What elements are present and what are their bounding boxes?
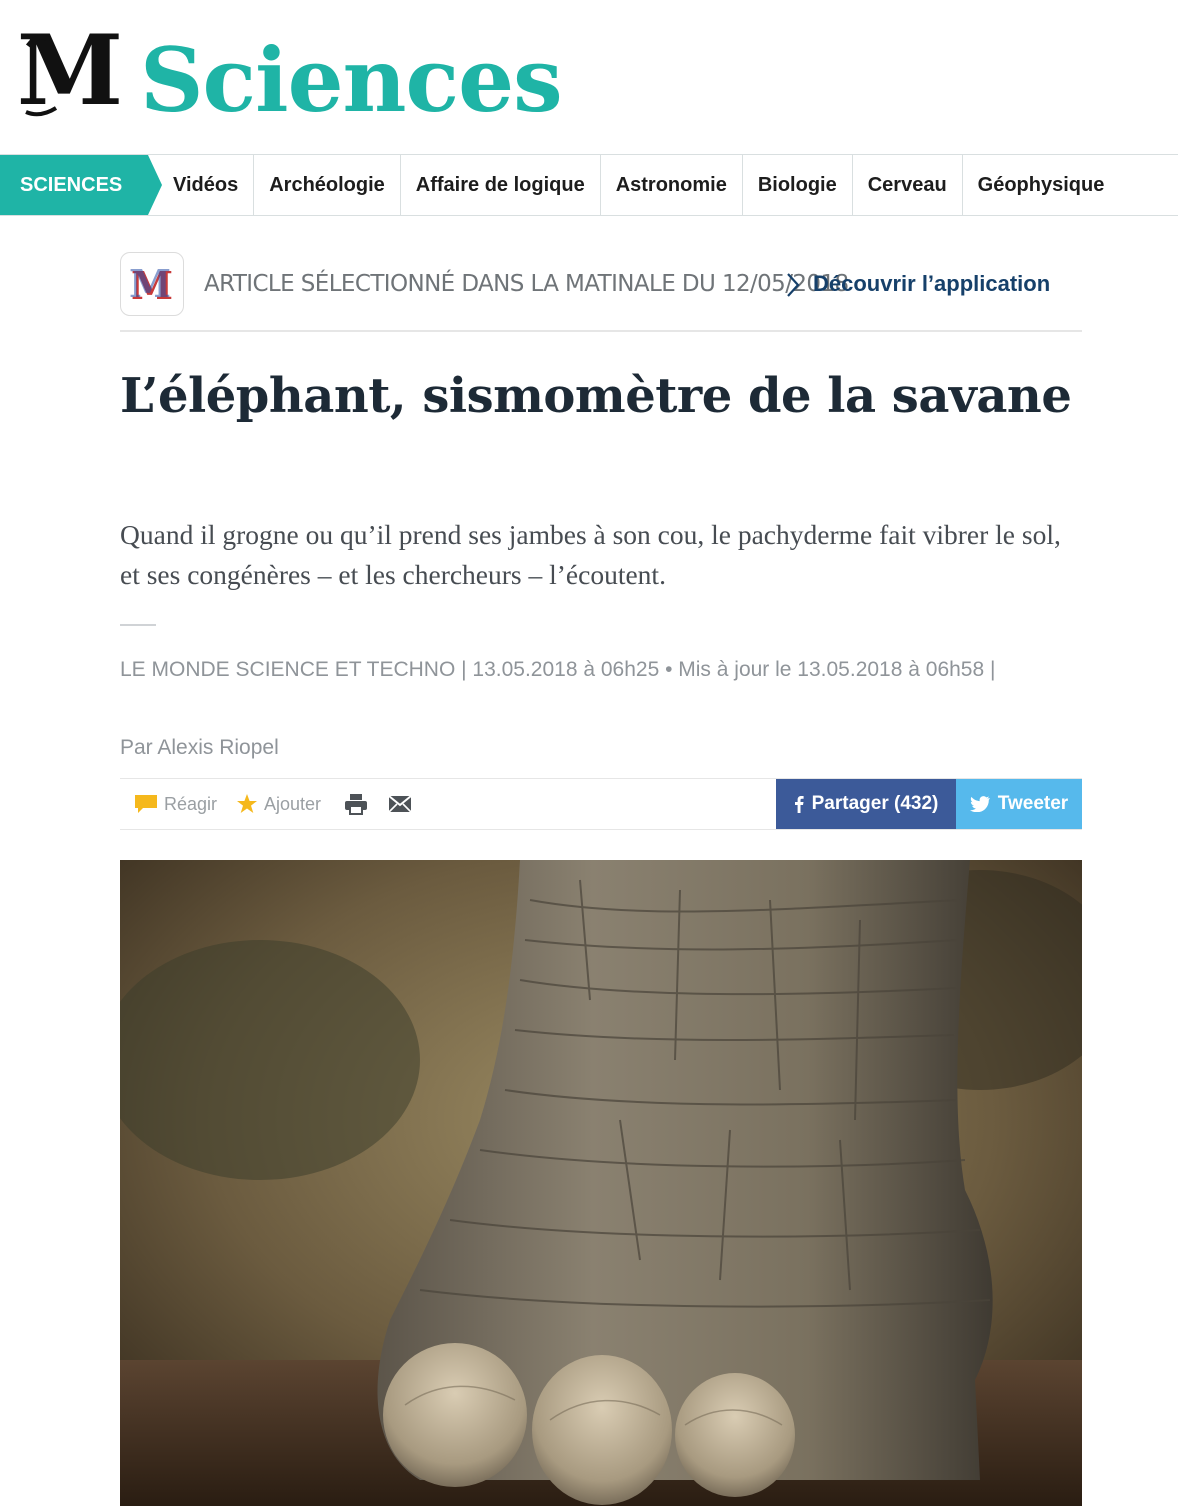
masthead: M Sciences [0,0,1178,150]
nav-item-affaire-de-logique[interactable]: Affaire de logique [401,155,601,215]
facebook-share-button[interactable]: Partager (432) [776,779,956,829]
article-tools: Réagir Ajouter Partager (432) Tweeter [120,778,1082,830]
matinale-m-icon: M M [129,261,173,308]
comment-icon [135,795,157,813]
nav-item-videos[interactable]: Vidéos [158,155,255,215]
print-icon [345,794,367,815]
twitter-share-button[interactable]: Tweeter [956,779,1082,829]
nav-item-archeologie[interactable]: Archéologie [254,155,401,215]
svg-text:M: M [129,261,171,306]
nav-item-biologie[interactable]: Biologie [743,155,853,215]
article-intro: Quand il grogne ou qu’il prend ses jambe… [120,519,1061,590]
discover-app-link[interactable]: Découvrir l’application [813,266,1050,302]
article-author[interactable]: Par Alexis Riopel [120,732,279,764]
matinale-banner: M M ARTICLE SÉLECTIONNÉ DANS LA MATINALE… [120,252,1082,332]
article-photo [120,860,1082,1506]
section-title[interactable]: Sciences [140,30,563,130]
star-icon [237,794,257,813]
nav-item-geophysique[interactable]: Géophysique [963,155,1120,215]
facebook-icon [794,796,804,813]
nav-home-sciences[interactable]: SCIENCES [0,155,162,215]
envelope-icon [388,795,412,813]
le-monde-logo-icon[interactable]: M [20,22,120,122]
nav-item-cerveau[interactable]: Cerveau [853,155,963,215]
email-button[interactable] [388,779,418,829]
react-button[interactable]: Réagir [134,779,217,829]
facebook-share-label: Partager (432) [811,793,939,814]
add-button[interactable]: Ajouter [236,779,321,829]
article-title: L’éléphant, sismomètre de la savane [120,368,1072,424]
print-button[interactable] [344,779,374,829]
divider [120,624,156,626]
nav-home-label: SCIENCES [20,174,123,196]
matinale-app-icon[interactable]: M M [120,252,184,316]
matinale-label: ARTICLE SÉLECTIONNÉ DANS LA MATINALE DU … [204,271,849,297]
article-meta: LE MONDE SCIENCE ET TECHNO | 13.05.2018 … [120,658,996,681]
section-nav: SCIENCES Vidéos Archéologie Affaire de l… [0,154,1178,216]
nav-items: Vidéos Archéologie Affaire de logique As… [158,155,1119,215]
nav-item-astronomie[interactable]: Astronomie [601,155,743,215]
twitter-share-label: Tweeter [997,793,1069,814]
chevron-right-icon [787,273,800,297]
add-label: Ajouter [264,793,322,814]
twitter-icon [969,796,990,812]
react-label: Réagir [164,793,218,814]
elephant-foot-image [120,860,1082,1506]
